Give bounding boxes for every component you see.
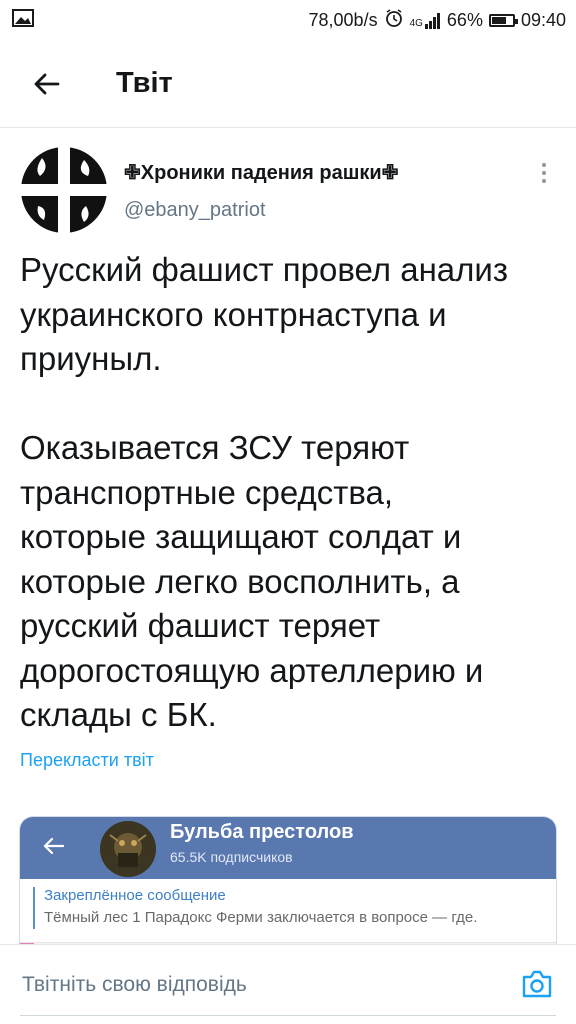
- network-type: 4G: [409, 17, 423, 29]
- clock: 09:40: [520, 10, 566, 30]
- battery-percent: 66%: [446, 10, 483, 30]
- camera-icon: [522, 970, 552, 998]
- page-title: Твіт: [116, 67, 173, 99]
- tweet-line: транспортные средства,: [20, 473, 394, 511]
- tweet-line: приуныл.: [20, 340, 162, 377]
- gallery-notification-icon: [12, 9, 34, 32]
- tweet-line: склады с БК.: [20, 696, 217, 733]
- tweet-line: дорогостоящую артеллерию и: [20, 651, 484, 689]
- camera-button[interactable]: [520, 967, 554, 1001]
- tweet-line: русский фашист теряет: [20, 607, 381, 644]
- tweet-line: Русский фашист провел анализ: [20, 251, 508, 288]
- channel-title: Бульба престолов: [170, 821, 354, 843]
- arrow-left-icon: [34, 73, 60, 95]
- battery-fill: [491, 17, 507, 24]
- more-dot-icon: [542, 171, 546, 175]
- app-header: Твіт: [0, 40, 576, 128]
- more-dot-icon: [542, 163, 546, 167]
- more-options-button[interactable]: [534, 158, 554, 188]
- author-handle[interactable]: @ebany_patriot: [124, 199, 266, 222]
- tweet-line: которые защищают солдат и: [20, 518, 462, 555]
- telegram-back-icon: [38, 833, 68, 859]
- status-indicators: 78,00b/s 4G 66% 09:40: [309, 8, 566, 33]
- status-bar: 78,00b/s 4G 66% 09:40: [0, 0, 576, 40]
- pinned-message: Закреплённое сообщение Тёмный лес 1 Пара…: [20, 879, 556, 943]
- pinned-bar: [33, 887, 35, 929]
- tweet-text: Русский фашист провел анализ украинского …: [20, 248, 560, 738]
- translate-tweet-link[interactable]: Перекласти твіт: [20, 750, 154, 771]
- pinned-text: Тёмный лес 1 Парадокс Ферми заключается …: [44, 909, 478, 926]
- tweet-line: Оказывается ЗСУ теряют: [20, 429, 410, 466]
- net-speed: 78,00b/s: [308, 10, 378, 30]
- reply-underline: [20, 1015, 556, 1016]
- more-dot-icon: [542, 179, 546, 183]
- battery-icon: [488, 14, 518, 27]
- signal-icon: 4G: [409, 12, 441, 29]
- back-button[interactable]: [26, 66, 66, 102]
- author-name[interactable]: ✙Хроники падения рашки✙: [124, 160, 398, 185]
- channel-subscribers: 65.5K подписчиков: [170, 849, 293, 865]
- channel-avatar: [100, 821, 156, 877]
- reply-bar: Твітніть свою відповідь: [0, 944, 576, 1024]
- tweet-media[interactable]: Бульба престолов 65.5K подписчиков Закре…: [19, 816, 557, 956]
- author-avatar[interactable]: [20, 146, 108, 234]
- alarm-icon: [384, 8, 404, 33]
- telegram-header: Бульба престолов 65.5K подписчиков: [20, 817, 556, 879]
- pinned-label: Закреплённое сообщение: [44, 887, 226, 904]
- reply-input[interactable]: Твітніть свою відповідь: [22, 973, 247, 997]
- tweet-line: украинского контрнаступа и: [20, 295, 447, 333]
- tweet-line: которые легко восполнить, а: [20, 562, 460, 600]
